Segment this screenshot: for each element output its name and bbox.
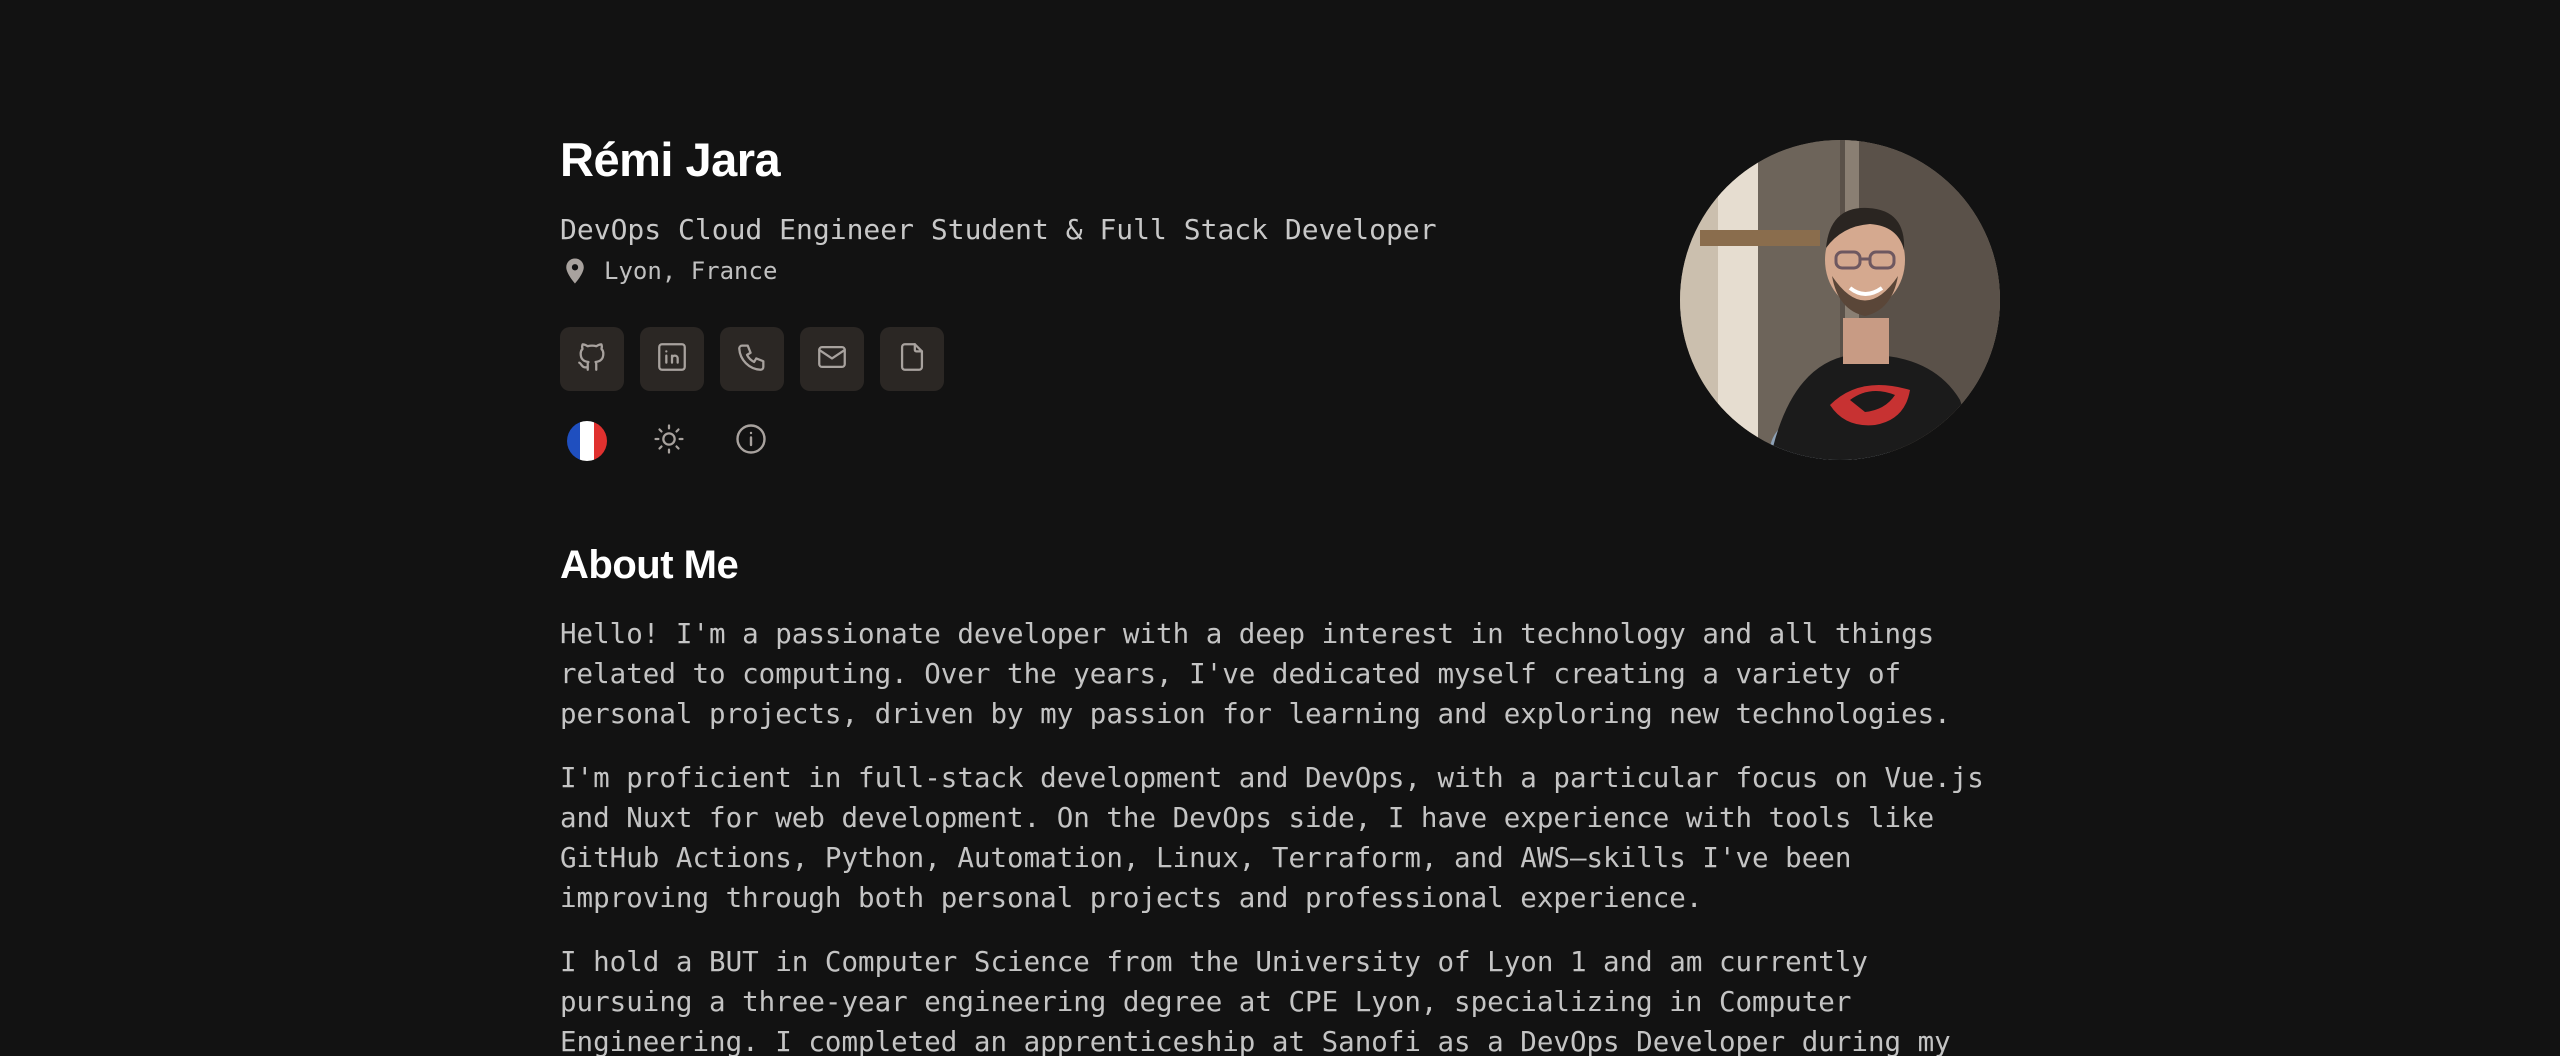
- language-button[interactable]: [566, 420, 608, 462]
- page-title: Rémi Jara: [560, 133, 781, 186]
- linkedin-button[interactable]: [640, 327, 704, 391]
- github-icon: [575, 340, 609, 378]
- phone-button[interactable]: [720, 327, 784, 391]
- location: Lyon, France: [560, 256, 777, 286]
- linkedin-icon: [655, 340, 689, 378]
- phone-icon: [735, 340, 769, 378]
- map-pin-icon: [560, 256, 590, 286]
- social-links: [560, 327, 944, 391]
- github-button[interactable]: [560, 327, 624, 391]
- avatar: [1680, 140, 2000, 460]
- email-button[interactable]: [800, 327, 864, 391]
- info-button[interactable]: [730, 420, 772, 462]
- about-title: About Me: [560, 543, 739, 587]
- about-paragraph: Hello! I'm a passionate developer with a…: [560, 618, 1951, 730]
- profile-photo: [1680, 140, 2000, 460]
- about-section: Hello! I'm a passionate developer with a…: [560, 614, 2000, 1056]
- theme-toggle-button[interactable]: [648, 420, 690, 462]
- france-flag-icon: [567, 421, 607, 461]
- about-paragraph: I hold a BUT in Computer Science from th…: [560, 946, 1951, 1056]
- utility-buttons: [566, 420, 772, 462]
- tagline: DevOps Cloud Engineer Student & Full Sta…: [560, 213, 1437, 246]
- resume-button[interactable]: [880, 327, 944, 391]
- location-label: Lyon, France: [604, 257, 778, 285]
- mail-icon: [815, 340, 849, 378]
- document-icon: [895, 340, 929, 378]
- about-paragraph: I'm proficient in full-stack development…: [560, 762, 1984, 914]
- info-icon: [733, 421, 769, 461]
- sun-icon: [652, 422, 686, 460]
